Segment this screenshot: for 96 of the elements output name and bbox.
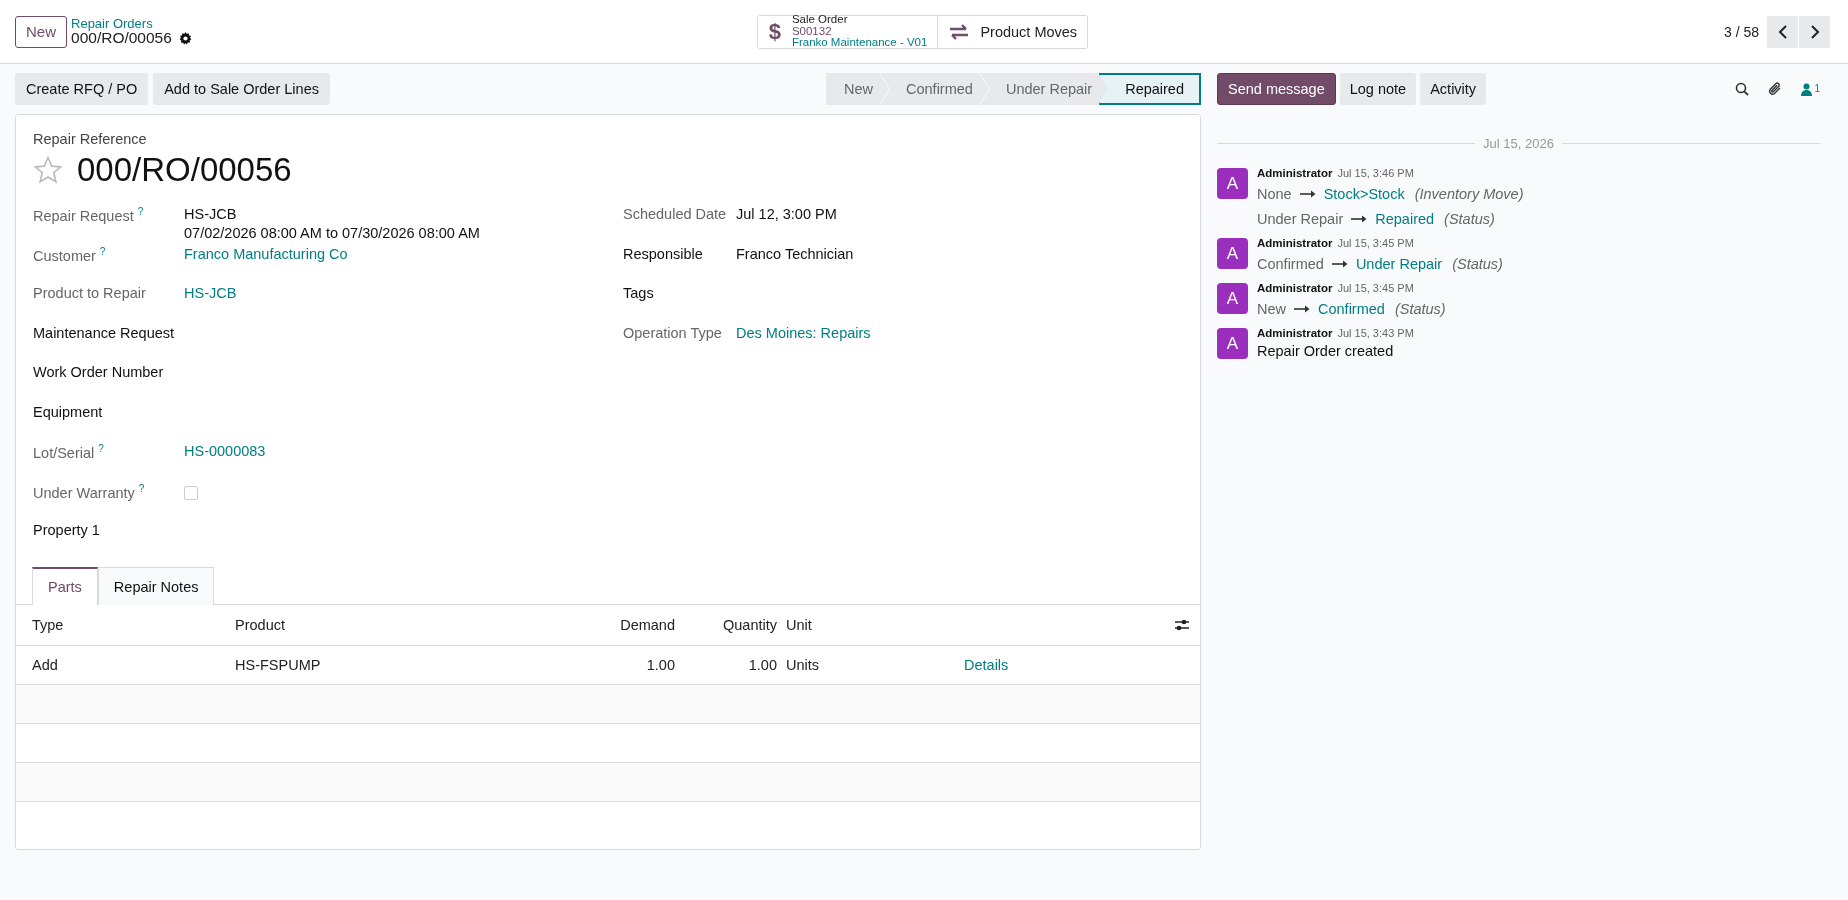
tab[interactable]: Parts xyxy=(32,567,98,605)
field-label: Responsible xyxy=(623,245,703,262)
new-button[interactable]: New xyxy=(15,15,67,48)
transfer-arrows-icon xyxy=(948,23,971,40)
chevron-right-icon xyxy=(1809,24,1820,39)
chatter-button[interactable]: Activity xyxy=(1420,73,1487,105)
old-value: None xyxy=(1257,185,1292,202)
field-value: Jul 12, 3:00 PM xyxy=(736,206,837,222)
status-stage[interactable]: New xyxy=(826,73,889,105)
gear-icon[interactable] xyxy=(178,31,192,45)
help-mark[interactable]: ? xyxy=(138,482,145,494)
field-link[interactable]: Franco Manufacturing Co xyxy=(184,245,348,262)
dollar-icon: $ xyxy=(767,18,782,45)
message-author: Administrator xyxy=(1257,167,1333,179)
field-link[interactable]: HS-JCB xyxy=(184,285,237,301)
column-options-icon[interactable] xyxy=(1174,618,1190,632)
field-label: Lot/Serial xyxy=(33,444,95,461)
table-cell-text: Units xyxy=(786,657,821,673)
pager-counter: 3 / 58 xyxy=(1723,23,1759,40)
column-header: Demand xyxy=(619,617,675,633)
search-icon[interactable] xyxy=(1735,82,1750,96)
field-value: Franco Technician xyxy=(736,245,854,262)
changed-field: (Status) xyxy=(1394,300,1446,317)
message-text: Repair Order created xyxy=(1257,343,1395,359)
field-label: Operation Type xyxy=(623,324,722,341)
avatar: A xyxy=(1217,283,1248,314)
table-cell-text: Add xyxy=(32,657,59,673)
arrow-icon xyxy=(1351,214,1368,223)
follower-count: 1 xyxy=(1814,82,1820,94)
arrow-icon xyxy=(1331,259,1348,268)
field-label: Scheduled Date xyxy=(623,206,727,222)
breadcrumb-link[interactable]: Repair Orders xyxy=(71,16,192,31)
field-label: Maintenance Request xyxy=(33,324,175,341)
chatter-button[interactable]: Log note xyxy=(1339,73,1417,105)
date-separator: Jul 15, 2026 xyxy=(1483,136,1554,151)
action-button[interactable]: Add to Sale Order Lines xyxy=(153,73,330,105)
help-mark[interactable]: ? xyxy=(98,443,104,454)
field-label: Customer xyxy=(33,247,96,264)
avatar: A xyxy=(1217,238,1248,269)
column-header: Product xyxy=(235,617,286,633)
action-button[interactable]: Create RFQ / PO xyxy=(15,73,149,105)
new-value: Under Repair xyxy=(1355,255,1443,272)
checkbox[interactable] xyxy=(184,485,198,500)
message-time: Jul 15, 3:45 PM xyxy=(1337,237,1414,249)
new-value: Stock>Stock xyxy=(1323,185,1405,202)
old-value: New xyxy=(1257,300,1286,317)
status-stage[interactable]: Confirmed xyxy=(880,73,989,105)
changed-field: (Status) xyxy=(1444,210,1495,227)
status-stage[interactable]: Repaired xyxy=(1099,73,1201,105)
message-author: Administrator xyxy=(1257,282,1333,294)
field-label: Repair Request xyxy=(33,207,134,224)
tab[interactable]: Repair Notes xyxy=(97,567,215,605)
arrow-icon xyxy=(1299,189,1316,198)
column-header: Type xyxy=(32,617,65,633)
help-mark[interactable]: ? xyxy=(99,245,106,257)
field-label: Equipment xyxy=(33,403,103,420)
chatter-button[interactable]: Send message xyxy=(1217,73,1336,105)
table-cell-text: 1.00 xyxy=(747,657,777,673)
message-author: Administrator xyxy=(1257,327,1333,339)
message-time: Jul 15, 3:46 PM xyxy=(1337,167,1414,179)
field-link[interactable]: HS-0000083 xyxy=(184,443,266,459)
person-icon[interactable] xyxy=(1801,82,1813,96)
record-name: 000/RO/00056 xyxy=(71,30,172,47)
star-icon[interactable] xyxy=(33,155,63,185)
avatar: A xyxy=(1217,168,1248,199)
field-value: HS-JCB xyxy=(184,206,238,222)
changed-field: (Status) xyxy=(1452,255,1503,272)
avatar: A xyxy=(1217,328,1248,359)
changed-field: (Inventory Move) xyxy=(1414,185,1524,202)
field-label: Property 1 xyxy=(33,522,100,538)
old-value: Under Repair xyxy=(1257,210,1344,227)
field-label: Repair Reference xyxy=(33,131,148,147)
new-value: Confirmed xyxy=(1318,300,1385,317)
column-header: Quantity xyxy=(722,617,777,633)
table-cell-text: 1.00 xyxy=(645,657,675,673)
field-link[interactable]: Des Moines: Repairs xyxy=(736,324,871,341)
new-value: Repaired xyxy=(1375,210,1435,227)
details-link[interactable]: Details xyxy=(964,657,1009,673)
previous-button[interactable] xyxy=(1767,15,1798,48)
field-label: Work Order Number xyxy=(33,364,164,380)
record-title: 000/RO/00056 xyxy=(77,151,292,189)
field-label: Tags xyxy=(623,285,654,301)
field-value: 07/02/2026 08:00 AM to 07/30/2026 08:00 AM xyxy=(184,225,480,241)
help-mark[interactable]: ? xyxy=(137,206,144,217)
status-stage[interactable]: Under Repair xyxy=(979,73,1109,105)
old-value: Confirmed xyxy=(1257,255,1324,272)
table-cell-text: HS-FSPUMP xyxy=(235,657,322,673)
message-time: Jul 15, 3:45 PM xyxy=(1337,282,1414,294)
next-button[interactable] xyxy=(1799,15,1830,48)
column-header: Unit xyxy=(786,617,813,633)
message-time: Jul 15, 3:43 PM xyxy=(1337,327,1414,339)
field-label: Under Warranty xyxy=(33,484,135,501)
chevron-left-icon xyxy=(1777,24,1788,39)
field-label: Product to Repair xyxy=(33,285,146,301)
message-author: Administrator xyxy=(1257,237,1333,249)
arrow-icon xyxy=(1294,304,1310,313)
